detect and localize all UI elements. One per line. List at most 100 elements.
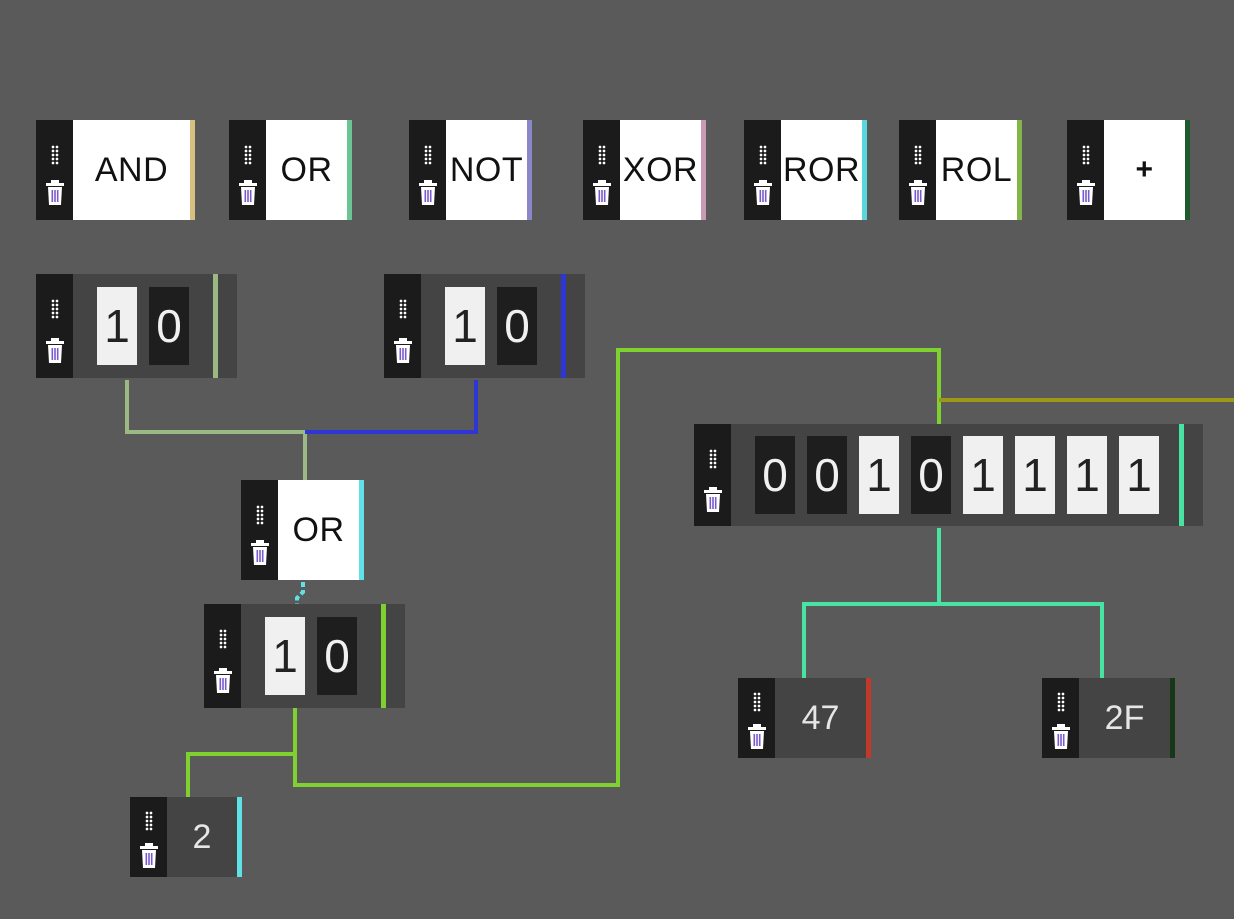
grip-icon[interactable] (598, 145, 606, 165)
or-result-register[interactable]: 1 0 (204, 604, 405, 708)
accent-bar (527, 120, 532, 220)
gate-label[interactable]: OR (278, 480, 359, 580)
wire-or-output (295, 582, 305, 604)
bit-toggle[interactable]: 0 (911, 436, 951, 514)
bit-toggle[interactable]: 0 (497, 287, 537, 365)
drag-handle[interactable] (1042, 678, 1079, 758)
grip-icon[interactable] (51, 145, 59, 165)
trash-icon[interactable] (747, 723, 767, 750)
accent-bar (866, 678, 871, 758)
bit-toggle[interactable]: 0 (317, 617, 357, 695)
gate-label[interactable]: ROR (781, 120, 862, 220)
gate-label[interactable]: XOR (620, 120, 701, 220)
grip-icon[interactable] (145, 811, 153, 831)
gate-label[interactable]: NOT (446, 120, 527, 220)
drag-handle[interactable] (130, 797, 167, 877)
bit-toggle[interactable]: 1 (1119, 436, 1159, 514)
grip-icon[interactable] (256, 505, 264, 525)
drag-handle[interactable] (36, 274, 73, 378)
trash-icon[interactable] (45, 179, 65, 206)
accent-bar (862, 120, 867, 220)
drag-handle[interactable] (694, 424, 731, 526)
drag-handle[interactable] (1067, 120, 1104, 220)
gate-label[interactable]: AND (73, 120, 190, 220)
gate-label[interactable]: OR (266, 120, 347, 220)
grip-icon[interactable] (424, 145, 432, 165)
grip-icon[interactable] (709, 449, 717, 469)
trash-icon[interactable] (418, 179, 438, 206)
drag-handle[interactable] (744, 120, 781, 220)
accent-bar (237, 797, 242, 877)
trash-icon[interactable] (908, 179, 928, 206)
drag-handle[interactable] (384, 274, 421, 378)
palette-not-gate[interactable]: NOT (409, 120, 534, 220)
input-register-b[interactable]: 1 0 (384, 274, 585, 378)
palette-ror-gate[interactable]: ROR (744, 120, 869, 220)
grip-icon[interactable] (753, 692, 761, 712)
wire-byte-split (802, 602, 1104, 678)
grip-icon[interactable] (244, 145, 252, 165)
bit-toggle[interactable]: 1 (1015, 436, 1055, 514)
trash-icon[interactable] (1051, 723, 1071, 750)
drag-handle[interactable] (409, 120, 446, 220)
trash-icon[interactable] (1076, 179, 1096, 206)
grip-icon[interactable] (399, 299, 407, 319)
palette-xor-gate[interactable]: XOR (583, 120, 708, 220)
trash-icon[interactable] (250, 539, 270, 566)
wire-result-to-decimal (186, 708, 297, 797)
trash-icon[interactable] (45, 337, 65, 364)
palette-rol-gate[interactable]: ROL (899, 120, 1024, 220)
trash-icon[interactable] (139, 842, 159, 869)
byte-register[interactable]: 0 0 1 0 1 1 1 1 (694, 424, 1203, 526)
bit-toggle[interactable]: 1 (97, 287, 137, 365)
accent-bar (1179, 424, 1184, 526)
bit-toggle[interactable]: 0 (149, 287, 189, 365)
grip-icon[interactable] (219, 629, 227, 649)
hex-output[interactable]: 2F (1042, 678, 1177, 758)
palette-or-gate[interactable]: OR (229, 120, 354, 220)
grip-icon[interactable] (1082, 145, 1090, 165)
drag-handle[interactable] (583, 120, 620, 220)
char-code-output[interactable]: 47 (738, 678, 873, 758)
or-gate[interactable]: OR (241, 480, 366, 580)
bit-toggle[interactable]: 1 (1067, 436, 1107, 514)
accent-bar (347, 120, 352, 220)
accent-bar (1185, 120, 1190, 220)
accent-bar (190, 120, 195, 220)
trash-icon[interactable] (753, 179, 773, 206)
wire-input-a (125, 380, 307, 480)
bit-toggle[interactable]: 1 (859, 436, 899, 514)
grip-icon[interactable] (759, 145, 767, 165)
grip-icon[interactable] (914, 145, 922, 165)
accent-bar (213, 274, 218, 378)
bit-row: 0 0 1 0 1 1 1 1 (731, 424, 1203, 526)
drag-handle[interactable] (241, 480, 278, 580)
accent-bar (561, 274, 566, 378)
drag-handle[interactable] (204, 604, 241, 708)
bit-toggle[interactable]: 0 (807, 436, 847, 514)
trash-icon[interactable] (393, 337, 413, 364)
palette-and-gate[interactable]: AND (36, 120, 195, 220)
palette-add-gate[interactable]: + (1067, 120, 1192, 220)
input-register-a[interactable]: 1 0 (36, 274, 237, 378)
trash-icon[interactable] (213, 667, 233, 694)
drag-handle[interactable] (229, 120, 266, 220)
bit-toggle[interactable]: 1 (265, 617, 305, 695)
gate-label[interactable]: ROL (936, 120, 1017, 220)
decimal-output[interactable]: 2 (130, 797, 244, 877)
drag-handle[interactable] (899, 120, 936, 220)
accent-bar (1017, 120, 1022, 220)
trash-icon[interactable] (238, 179, 258, 206)
trash-icon[interactable] (703, 486, 723, 513)
grip-icon[interactable] (51, 299, 59, 319)
drag-handle[interactable] (738, 678, 775, 758)
trash-icon[interactable] (592, 179, 612, 206)
gate-label[interactable]: + (1104, 120, 1185, 220)
accent-bar (359, 480, 364, 580)
bit-toggle[interactable]: 0 (755, 436, 795, 514)
bit-toggle[interactable]: 1 (963, 436, 1003, 514)
accent-bar (701, 120, 706, 220)
grip-icon[interactable] (1057, 692, 1065, 712)
bit-toggle[interactable]: 1 (445, 287, 485, 365)
drag-handle[interactable] (36, 120, 73, 220)
